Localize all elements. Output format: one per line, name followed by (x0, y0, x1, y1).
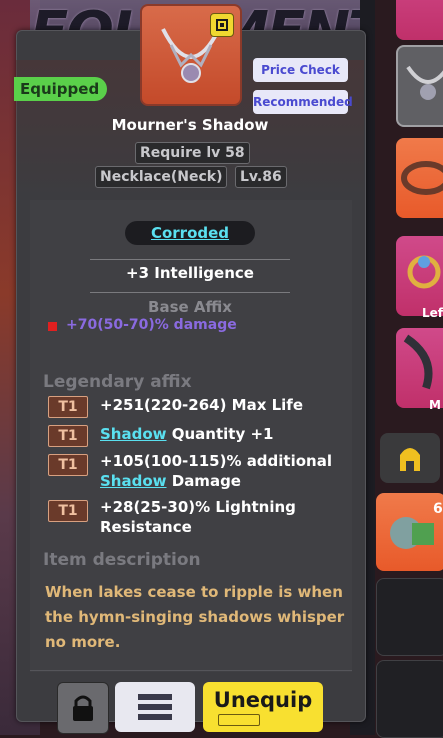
affix-tier-badge: T1 (48, 454, 88, 476)
legendary-affix-title: Legendary affix (43, 372, 192, 392)
lock-button[interactable] (57, 682, 109, 734)
necklace-thumbnail-icon (406, 65, 443, 100)
equipment-slot-ring-left[interactable] (396, 236, 443, 316)
menu-button[interactable] (115, 682, 195, 732)
equipment-slot-bracelet[interactable] (396, 138, 443, 218)
base-affix-value: +70(50-70)% damage (66, 317, 237, 333)
shadow-keyword-link[interactable]: Shadow (100, 472, 167, 490)
item-level: Lv.86 (235, 166, 287, 188)
ring-thumbnail-icon (407, 255, 441, 289)
corroded-link[interactable]: Corroded (125, 221, 255, 245)
equipment-slot-empty-1[interactable] (376, 578, 443, 656)
affix-tier-badge: T1 (48, 500, 88, 522)
footer-divider (30, 670, 352, 671)
lock-icon (73, 695, 93, 721)
menu-icon (138, 694, 172, 720)
equipment-slot-weapon[interactable] (396, 328, 443, 408)
equipped-badge: Equipped (14, 77, 108, 101)
affix-tier-badge: T1 (48, 396, 88, 418)
divider-bottom (90, 292, 290, 293)
base-affix-title: Base Affix (148, 298, 232, 316)
bracelet-thumbnail-icon (401, 161, 443, 195)
affix-shadow-quantity: Shadow Quantity +1 (100, 425, 274, 443)
item-description-title: Item description (43, 550, 201, 570)
equipment-slot-empty-2[interactable] (376, 660, 443, 738)
helmet-tab-button[interactable] (380, 433, 440, 483)
affix-max-life: +251(220-264) Max Life (100, 396, 304, 414)
shadow-keyword-link[interactable]: Shadow (100, 425, 167, 443)
base-affix-marker (48, 322, 57, 331)
helmet-icon (400, 448, 420, 471)
compare-icon[interactable] (210, 13, 234, 37)
keybind-hint-icon (218, 714, 260, 726)
slot-label-left: Lef (422, 306, 443, 320)
affix-shadow-damage: +105(100-115)% additional Shadow Damage (100, 452, 332, 490)
slot-count-badge: 6 (433, 501, 443, 517)
require-level: Require lv 58 (135, 142, 250, 164)
recommended-button[interactable]: Recommended (253, 90, 353, 114)
affix-tier-badge: T1 (48, 425, 88, 447)
price-check-button[interactable]: Price Check (253, 58, 348, 82)
affix-lightning-resistance: +28(25-30)% Lightning Resistance (100, 498, 296, 536)
main-stat: +3 Intelligence (126, 264, 254, 282)
equipment-slot-top[interactable] (396, 0, 443, 40)
blade-thumbnail-icon (403, 334, 433, 390)
equipment-slot-necklace[interactable] (396, 45, 443, 127)
slot-label-m: M (429, 398, 441, 412)
item-name: Mourner's Shadow (111, 116, 269, 134)
item-description: When lakes cease to ripple is when the h… (45, 583, 345, 651)
divider-top (90, 259, 290, 260)
slot-type: Necklace(Neck) (95, 166, 228, 188)
